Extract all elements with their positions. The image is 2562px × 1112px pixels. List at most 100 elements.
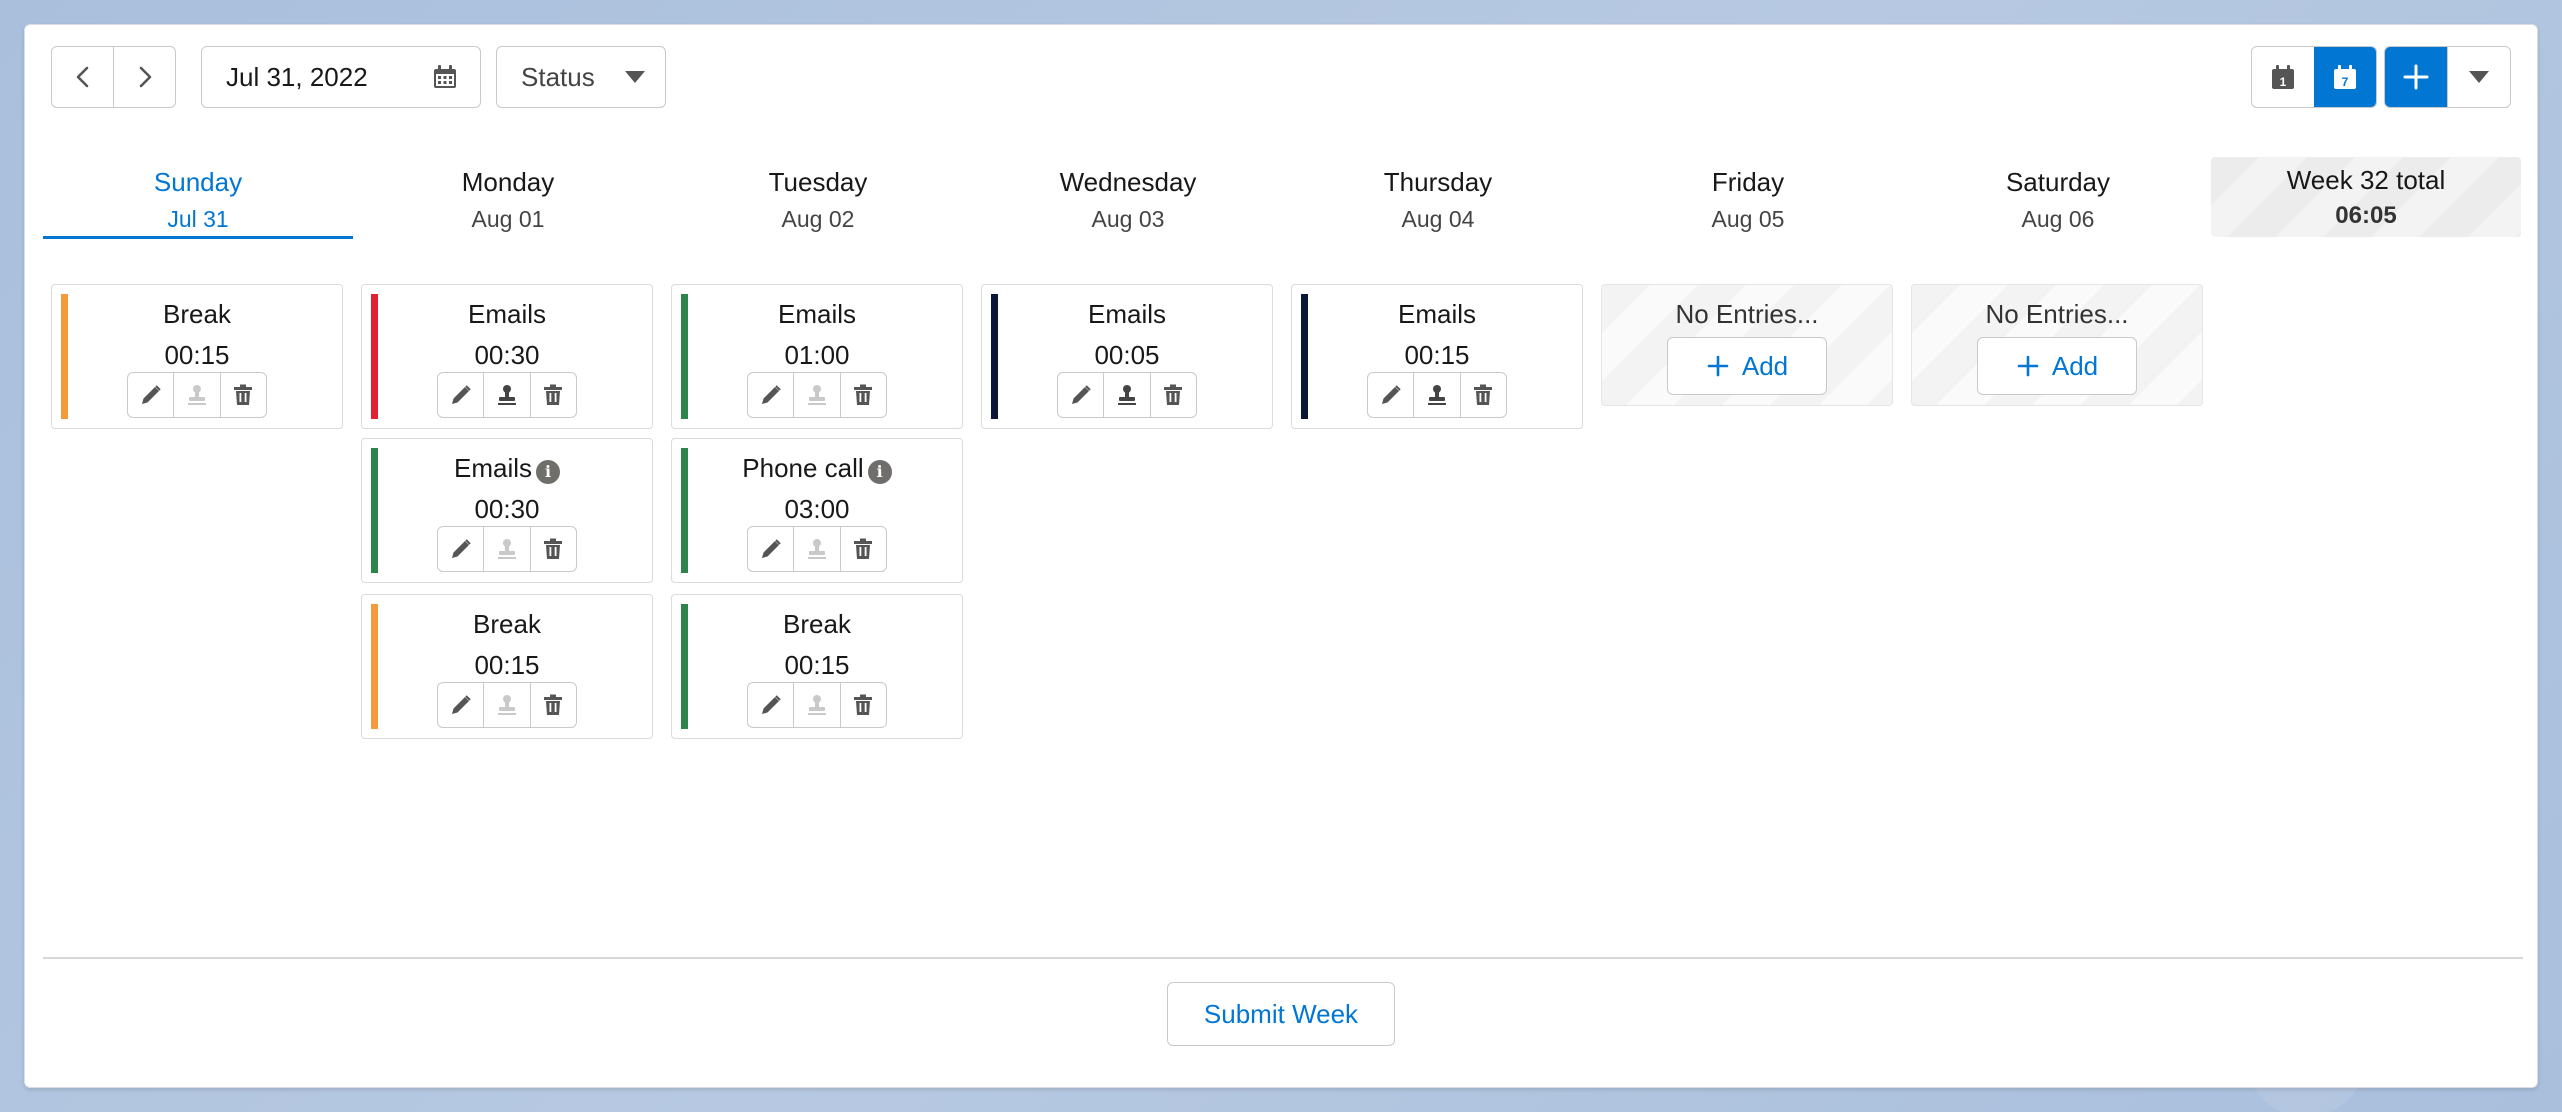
status-filter[interactable]: Status: [496, 46, 666, 108]
entry-actions: [1367, 372, 1507, 418]
entry-actions: [747, 682, 887, 728]
stamp-icon: [807, 385, 826, 405]
day-header-sunday[interactable]: Sunday Jul 31: [43, 159, 353, 239]
day-name: Wednesday: [1059, 167, 1197, 197]
approve-entry-button[interactable]: [793, 373, 839, 417]
add-entry-button[interactable]: [2385, 47, 2447, 107]
entry-duration: 00:30: [474, 340, 540, 370]
entry-color-bar: [371, 604, 378, 729]
day-view-button[interactable]: 1: [2252, 47, 2314, 107]
time-entry[interactable]: Break 00:15: [361, 594, 653, 739]
stamp-icon: [187, 385, 206, 405]
submit-week-button[interactable]: Submit Week: [1167, 982, 1395, 1046]
day-view-number: 1: [2280, 75, 2287, 89]
delete-entry-button[interactable]: [1459, 373, 1506, 417]
calendar-icon[interactable]: [432, 64, 458, 90]
entry-duration: 00:15: [474, 650, 540, 680]
plus-icon: [2017, 355, 2039, 377]
edit-entry-button[interactable]: [748, 527, 793, 571]
approve-entry-button[interactable]: [1413, 373, 1459, 417]
time-entry[interactable]: Phone call i 03:00: [671, 438, 963, 583]
entry-title: Emails: [777, 299, 856, 329]
time-entry[interactable]: Emails 00:30: [361, 284, 653, 429]
entry-title: Emails: [1087, 299, 1166, 329]
time-entry[interactable]: Emails 00:15: [1291, 284, 1583, 429]
delete-entry-button[interactable]: [529, 683, 576, 727]
entry-color-bar: [991, 294, 998, 419]
edit-entry-button[interactable]: [748, 373, 793, 417]
add-options-dropdown[interactable]: [2447, 47, 2510, 107]
delete-entry-button[interactable]: [529, 527, 576, 571]
approve-entry-button[interactable]: [793, 527, 839, 571]
stamp-icon: [807, 695, 826, 715]
delete-entry-button[interactable]: [1149, 373, 1196, 417]
add-label: Add: [1741, 350, 1789, 381]
trash-icon: [544, 694, 563, 715]
chevron-down-icon: [2469, 71, 2489, 83]
stamp-icon: [807, 539, 826, 559]
time-entry[interactable]: Break 00:15: [51, 284, 343, 429]
day-header-thursday[interactable]: Thursday Aug 04: [1283, 159, 1593, 239]
entry-actions: [437, 372, 577, 418]
day-date: Aug 03: [1091, 206, 1165, 232]
day-header-monday[interactable]: Monday Aug 01: [353, 159, 663, 239]
approve-entry-button[interactable]: [1103, 373, 1149, 417]
trash-icon: [854, 694, 873, 715]
add-entry-saturday-button[interactable]: Add: [1977, 337, 2137, 395]
delete-entry-button[interactable]: [529, 373, 576, 417]
day-date: Aug 04: [1401, 206, 1475, 232]
day-header-tuesday[interactable]: Tuesday Aug 02: [663, 159, 973, 239]
entry-actions: [1057, 372, 1197, 418]
date-picker[interactable]: Jul 31, 2022: [201, 46, 481, 108]
day-date: Aug 05: [1711, 206, 1785, 232]
time-entry[interactable]: Emails i 00:30: [361, 438, 653, 583]
edit-entry-button[interactable]: [438, 527, 483, 571]
time-entry[interactable]: Emails 00:05: [981, 284, 1273, 429]
approve-entry-button[interactable]: [483, 373, 529, 417]
delete-entry-button[interactable]: [839, 373, 886, 417]
entry-duration: 00:15: [784, 650, 850, 680]
trash-icon: [234, 384, 253, 405]
day-name: Sunday: [153, 167, 243, 197]
edit-entry-button[interactable]: [1368, 373, 1413, 417]
edit-entry-button[interactable]: [438, 373, 483, 417]
timesheet-card: Jul 31, 2022 Status 1 7 Sunday Jul 31 Mo…: [24, 24, 2538, 1088]
info-icon[interactable]: i: [867, 459, 892, 484]
week-navigation: [51, 46, 176, 108]
stamp-icon: [497, 695, 516, 715]
edit-entry-button[interactable]: [128, 373, 173, 417]
time-entry[interactable]: Break 00:15: [671, 594, 963, 739]
previous-week-button[interactable]: [52, 47, 113, 107]
entry-title: Emails: [467, 299, 546, 329]
approve-entry-button[interactable]: [483, 527, 529, 571]
entry-duration: 00:15: [1404, 340, 1470, 370]
week-view-button[interactable]: 7: [2314, 47, 2376, 107]
info-icon[interactable]: i: [536, 459, 560, 484]
approve-entry-button[interactable]: [173, 373, 219, 417]
add-entry-friday-button[interactable]: Add: [1667, 337, 1827, 395]
trash-icon: [854, 384, 873, 405]
delete-entry-button[interactable]: [219, 373, 266, 417]
next-week-button[interactable]: [113, 47, 175, 107]
approve-entry-button[interactable]: [483, 683, 529, 727]
edit-entry-button[interactable]: [438, 683, 483, 727]
day-date: Jul 31: [167, 206, 229, 232]
delete-entry-button[interactable]: [839, 527, 886, 571]
day-header-wednesday[interactable]: Wednesday Aug 03: [973, 159, 1283, 239]
entry-title: Phone call: [742, 453, 864, 483]
delete-entry-button[interactable]: [839, 683, 886, 727]
day-header-friday[interactable]: Friday Aug 05: [1593, 159, 1903, 239]
week-view-number: 7: [2342, 75, 2349, 89]
day-header-saturday[interactable]: Saturday Aug 06: [1903, 159, 2213, 239]
no-entries-label: No Entries...: [1675, 299, 1819, 329]
approve-entry-button[interactable]: [793, 683, 839, 727]
entry-title: Break: [783, 609, 851, 639]
entry-duration: 03:00: [784, 494, 850, 524]
edit-entry-button[interactable]: [748, 683, 793, 727]
edit-entry-button[interactable]: [1058, 373, 1103, 417]
week-total-label: Week 32 total: [2286, 165, 2446, 195]
day-date: Aug 06: [2021, 206, 2095, 232]
time-entry[interactable]: Emails 01:00: [671, 284, 963, 429]
no-entries-label: No Entries...: [1985, 299, 2129, 329]
pencil-icon: [1381, 385, 1401, 404]
